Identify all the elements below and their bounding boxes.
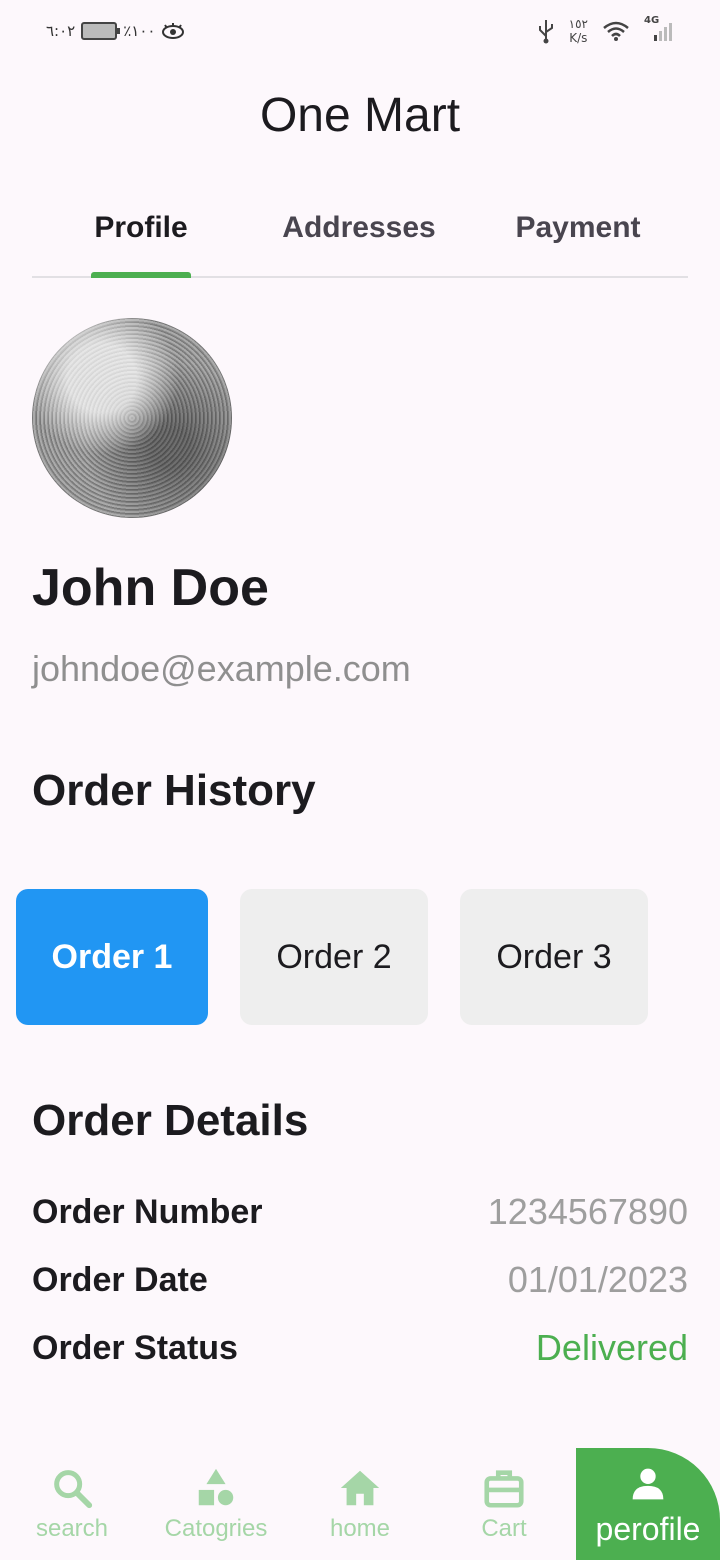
detail-row-order-number: Order Number 1234567890: [32, 1188, 688, 1236]
nav-profile[interactable]: perofile: [576, 1448, 720, 1560]
nav-home[interactable]: home: [288, 1448, 432, 1560]
wifi-icon: [603, 21, 629, 41]
speed-unit: K/s: [569, 31, 588, 45]
nav-label: home: [329, 1515, 391, 1542]
signal-icon: 4G: [644, 15, 674, 43]
status-time: ٦:٠٢: [46, 22, 76, 40]
avatar: [32, 318, 232, 518]
cart-icon: [484, 1470, 524, 1508]
detail-row-order-status: Order Status Delivered: [32, 1324, 688, 1372]
order-chip-2[interactable]: Order 2: [240, 889, 428, 1025]
person-icon: [632, 1468, 664, 1499]
user-name: John Doe: [32, 559, 269, 617]
detail-value: 01/01/2023: [507, 1259, 688, 1300]
detail-label: Order Date: [32, 1260, 208, 1299]
order-history-title: Order History: [32, 766, 316, 815]
tab-profile[interactable]: Profile: [32, 196, 250, 260]
order-chip-3[interactable]: Order 3: [460, 889, 648, 1025]
status-value: Delivered: [535, 1327, 688, 1368]
nav-categories[interactable]: Catogries: [144, 1448, 288, 1560]
status-right: ١٥٢ K/s 4G: [537, 14, 674, 48]
tab-bar: Profile Addresses Payment: [32, 196, 688, 278]
nav-label: search: [35, 1515, 109, 1542]
status-bar: ٦:٠٢ ٪١٠٠ ١٥٢ K/s 4G: [0, 0, 720, 60]
nav-label: Catogries: [164, 1515, 268, 1542]
speed-value: ١٥٢: [568, 17, 588, 31]
categories-icon: [198, 1468, 234, 1506]
bottom-nav: search Catogries home Cart perofile: [0, 1448, 720, 1560]
status-left: ٦:٠٢ ٪١٠٠: [46, 18, 185, 44]
order-details-title: Order Details: [32, 1096, 309, 1145]
nav-search[interactable]: search: [0, 1448, 144, 1560]
search-icon: [54, 1470, 93, 1509]
detail-value: 1234567890: [487, 1191, 688, 1232]
tab-payment[interactable]: Payment: [468, 196, 688, 260]
nav-cart[interactable]: Cart: [432, 1448, 576, 1560]
tab-addresses[interactable]: Addresses: [250, 196, 468, 260]
user-email: johndoe@example.com: [32, 648, 411, 689]
eye-icon: [162, 23, 185, 39]
detail-row-order-date: Order Date 01/01/2023: [32, 1256, 688, 1304]
network-speed: ١٥٢ K/s: [569, 17, 588, 45]
home-icon: [340, 1470, 380, 1506]
nav-label: Cart: [481, 1515, 527, 1542]
detail-label: Order Number: [32, 1192, 263, 1231]
usb-icon: [538, 20, 553, 44]
battery-icon: [81, 22, 121, 40]
nav-label: perofile: [595, 1510, 701, 1547]
detail-label: Order Status: [32, 1328, 238, 1367]
app-title: One Mart: [259, 89, 461, 142]
tab-indicator: [91, 272, 191, 278]
battery-level: ٪١٠٠: [123, 22, 156, 40]
order-chip-1[interactable]: Order 1: [16, 889, 208, 1025]
